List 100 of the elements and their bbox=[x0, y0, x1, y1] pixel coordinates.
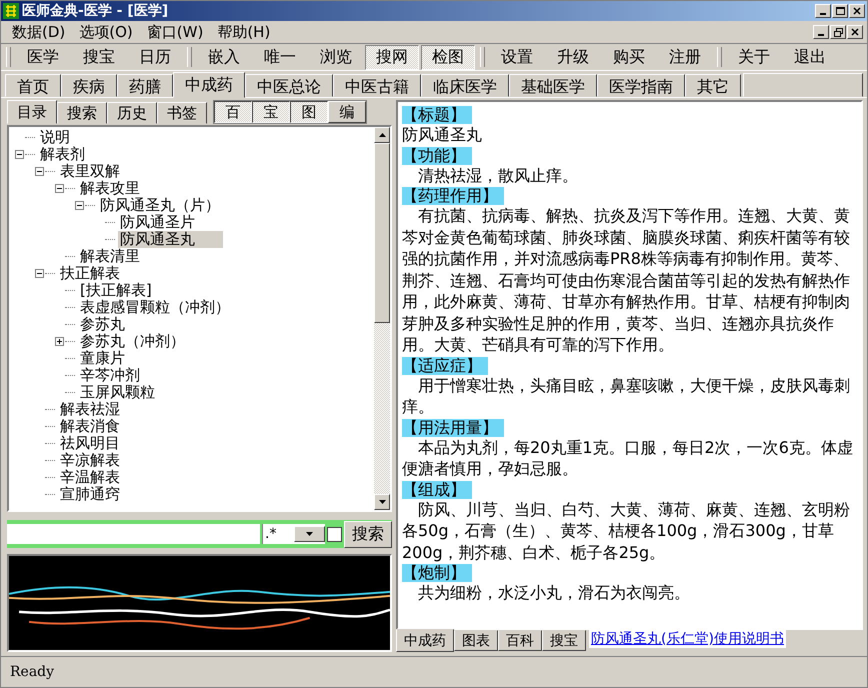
tree-item[interactable]: 参苏丸 bbox=[78, 316, 129, 333]
tree-item[interactable]: 辛芩冲剂 bbox=[78, 367, 144, 384]
close-button[interactable] bbox=[847, 25, 863, 39]
status-text: Ready bbox=[10, 664, 54, 680]
tab[interactable]: 基础医学 bbox=[509, 74, 597, 97]
maximize-button[interactable] bbox=[832, 4, 848, 18]
collapse-icon[interactable] bbox=[35, 269, 44, 278]
tree-item[interactable]: 辛凉解表 bbox=[58, 452, 124, 469]
view-button[interactable]: 百 bbox=[214, 101, 252, 123]
tree-item[interactable]: 参苏丸（冲剂） bbox=[78, 333, 189, 350]
tab[interactable]: 图表 bbox=[454, 630, 498, 651]
toolbar-button[interactable]: 退出 bbox=[783, 44, 837, 70]
tab[interactable]: 中成药 bbox=[173, 72, 245, 98]
section-heading: 【药理作用】 bbox=[402, 187, 504, 205]
menu-item[interactable]: 帮助(H) bbox=[210, 22, 278, 42]
close-icon bbox=[851, 28, 859, 36]
toolbar-button[interactable]: 购买 bbox=[602, 44, 656, 70]
tab[interactable]: 中医古籍 bbox=[333, 74, 421, 97]
tree-item[interactable]: 解表清里 bbox=[78, 248, 144, 265]
tab[interactable]: 目录 bbox=[7, 100, 57, 124]
section-text: 清热祛湿，散风止痒。 bbox=[417, 164, 579, 186]
section-heading: 【标题】 bbox=[402, 106, 472, 124]
expand-icon[interactable] bbox=[55, 337, 64, 346]
pattern-dropdown[interactable]: .* bbox=[262, 524, 325, 544]
toolbar-button[interactable]: 关于 bbox=[727, 44, 781, 70]
tab[interactable]: 百科 bbox=[498, 630, 542, 651]
tab[interactable]: 中成药 bbox=[396, 629, 454, 652]
tree-item[interactable]: 玉屏风颗粒 bbox=[78, 384, 159, 401]
tree-item[interactable]: 解表攻里 bbox=[78, 180, 144, 197]
tab[interactable]: 历史 bbox=[107, 102, 157, 124]
menu-item[interactable]: 选项(O) bbox=[72, 22, 140, 42]
toolbar-button[interactable]: 检图 bbox=[421, 44, 475, 70]
section-text: 防风通圣丸 bbox=[402, 124, 483, 146]
checkbox[interactable] bbox=[327, 526, 342, 542]
scroll-down-button[interactable] bbox=[374, 494, 390, 510]
collapse-icon[interactable] bbox=[35, 167, 44, 176]
view-button[interactable]: 宝 bbox=[252, 101, 290, 123]
tree-item[interactable]: 解表剂 bbox=[38, 146, 89, 163]
manual-link[interactable]: 防风通圣丸(乐仁堂)使用说明书 bbox=[589, 630, 786, 648]
tab[interactable]: 其它 bbox=[685, 74, 741, 97]
section-heading: 【适应症】 bbox=[402, 356, 488, 374]
tree-item[interactable]: 解表祛湿 bbox=[58, 401, 124, 418]
tree-item[interactable]: [扶正解表] bbox=[78, 282, 156, 299]
toolbar-button[interactable]: 设置 bbox=[490, 44, 544, 70]
section-text: 共为细粉，水泛小丸，滑石为衣闯亮。 bbox=[417, 582, 691, 604]
restore-button[interactable] bbox=[830, 25, 846, 39]
tab[interactable]: 中医总论 bbox=[245, 74, 333, 97]
section-heading: 【炮制】 bbox=[402, 564, 472, 582]
menu-item[interactable]: 窗口(W) bbox=[140, 22, 210, 42]
collapse-icon[interactable] bbox=[55, 184, 64, 193]
maximize-icon bbox=[836, 7, 844, 15]
toolbar-button[interactable]: 搜网 bbox=[365, 44, 419, 70]
menu-item[interactable]: 数据(D) bbox=[5, 22, 72, 42]
minimize-button[interactable] bbox=[815, 4, 831, 18]
tab[interactable]: 医学指南 bbox=[597, 74, 685, 97]
toolbar-button[interactable]: 浏览 bbox=[309, 44, 363, 70]
tree-item[interactable]: 防风通圣丸（片） bbox=[98, 197, 224, 214]
scroll-thumb[interactable] bbox=[374, 143, 390, 323]
view-button[interactable]: 编 bbox=[328, 101, 366, 123]
window-title: 医师金典-医学 - [医学] bbox=[22, 2, 170, 20]
tree-item[interactable]: 童康片 bbox=[78, 350, 129, 367]
tree-item[interactable]: 表虚感冒颗粒（冲剂） bbox=[78, 299, 234, 316]
toolbar-button[interactable]: 日历 bbox=[128, 44, 182, 70]
caret-icon bbox=[306, 532, 313, 536]
tree-item[interactable]: 防风通圣丸 bbox=[118, 231, 223, 248]
close-button[interactable] bbox=[849, 4, 865, 18]
toolbar-button[interactable]: 升级 bbox=[546, 44, 600, 70]
tree-item[interactable]: 解表消食 bbox=[58, 418, 124, 435]
toolbar-button[interactable]: 注册 bbox=[658, 44, 712, 70]
minimize-button[interactable] bbox=[813, 25, 829, 39]
view-button[interactable]: 图 bbox=[290, 101, 328, 123]
collapse-icon[interactable] bbox=[75, 201, 84, 210]
section-heading: 【功能】 bbox=[402, 146, 472, 164]
close-icon bbox=[853, 7, 861, 15]
tab[interactable]: 疾病 bbox=[61, 74, 117, 97]
section-heading: 【用法用量】 bbox=[402, 418, 504, 436]
search-field[interactable] bbox=[7, 524, 260, 544]
tree-item[interactable]: 辛温解表 bbox=[58, 469, 124, 486]
tree-item[interactable]: 说明 bbox=[38, 129, 74, 146]
toolbar-button[interactable]: 搜宝 bbox=[72, 44, 126, 70]
tree-item[interactable]: 扶正解表 bbox=[58, 265, 124, 282]
scroll-up-button[interactable] bbox=[374, 127, 390, 143]
search-button[interactable]: 搜索 bbox=[344, 520, 392, 548]
tab[interactable]: 药膳 bbox=[117, 74, 173, 97]
tree-item[interactable]: 防风通圣片 bbox=[118, 214, 199, 231]
tab[interactable]: 临床医学 bbox=[421, 74, 509, 97]
section-text: 本品为丸剂，每20丸重1克。口服，每日2次，一次6克。体虚便溏者慎用，孕妇忌服。 bbox=[402, 436, 854, 480]
scrollbar[interactable] bbox=[374, 127, 390, 510]
tree-item[interactable]: 表里双解 bbox=[58, 163, 124, 180]
up-arrow-icon bbox=[378, 133, 386, 137]
tab[interactable]: 搜宝 bbox=[542, 630, 586, 651]
toolbar-button[interactable]: 医学 bbox=[16, 44, 70, 70]
tab[interactable]: 首页 bbox=[5, 74, 61, 97]
toolbar-button[interactable]: 唯一 bbox=[253, 44, 307, 70]
toolbar-button[interactable]: 嵌入 bbox=[197, 44, 251, 70]
tab[interactable]: 书签 bbox=[157, 102, 207, 124]
tree-item[interactable]: 祛风明目 bbox=[58, 435, 124, 452]
tree-item[interactable]: 宣肺通窍 bbox=[58, 486, 124, 503]
collapse-icon[interactable] bbox=[15, 150, 24, 159]
tab[interactable]: 搜索 bbox=[57, 102, 107, 124]
